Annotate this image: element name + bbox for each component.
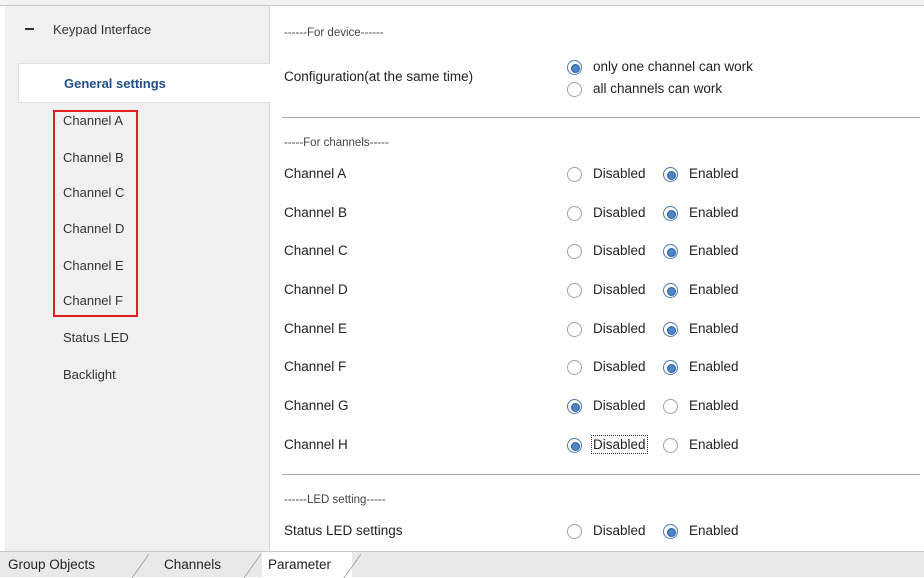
channel-label: Channel G [284,398,349,413]
radio-checked-icon[interactable] [663,360,678,375]
radio-checked-icon[interactable] [663,283,678,298]
sidebar-item-channel-b[interactable]: Channel B [18,144,270,170]
channel-label: Channel E [284,321,348,336]
option-label: Enabled [689,321,739,336]
radio-checked-icon[interactable] [663,244,678,259]
option-label: Enabled [689,437,739,452]
window: Keypad Interface General settings Channe… [0,0,924,578]
radio-checked-icon[interactable] [567,438,582,453]
radio-unchecked-icon[interactable] [567,206,582,221]
option-label: Disabled [593,282,646,297]
radio-unchecked-icon[interactable] [663,399,678,414]
sidebar-item-general-settings[interactable]: General settings [18,63,270,103]
sidebar-item-status-led[interactable]: Status LED [18,324,270,350]
sidebar-item-label: Backlight [63,367,116,382]
section-header-device: ------For device------ [284,27,384,39]
sidebar-item-label: Channel B [63,150,124,165]
radio-unchecked-icon[interactable] [567,322,582,337]
option-label: Disabled [593,359,646,374]
tab-label: Channels [164,557,222,572]
option-label: Disabled [593,398,646,413]
sidebar-item-label: General settings [64,76,166,91]
channel-label: Channel F [284,359,347,374]
channel-label: Channel D [284,282,348,297]
option-label: Disabled [593,205,646,220]
option-label: Enabled [689,523,739,538]
sidebar-item-label: Status LED [63,330,129,345]
option-label: only one channel can work [593,59,753,74]
sidebar-item-label: Channel F [63,293,123,308]
option-label: Enabled [689,398,739,413]
tab-label: Group Objects [8,557,96,572]
sidebar-item-backlight[interactable]: Backlight [18,361,270,387]
option-label: Disabled [593,166,646,181]
radio-unchecked-icon[interactable] [663,438,678,453]
option-label: Enabled [689,282,739,297]
tab-parameter[interactable]: Parameter [262,552,352,578]
radio-checked-icon[interactable] [567,60,582,75]
option-label: Disabled [591,435,648,454]
tree-root-keypad-interface[interactable]: Keypad Interface [5,18,270,42]
radio-checked-icon[interactable] [663,524,678,539]
divider [282,474,920,475]
sidebar-item-label: Channel D [63,221,125,236]
radio-checked-icon[interactable] [663,206,678,221]
tree-root-label: Keypad Interface [53,22,152,37]
tab-label: Parameter [268,557,332,572]
option-label: Enabled [689,359,739,374]
radio-checked-icon[interactable] [663,167,678,182]
option-label: Disabled [593,321,646,336]
channel-label: Channel H [284,437,348,452]
highlight-box [53,110,138,317]
tab-group-objects[interactable]: Group Objects [8,552,136,578]
sidebar-item-label: Channel A [63,113,123,128]
sidebar-tree: Keypad Interface General settings Channe… [5,6,270,551]
radio-unchecked-icon[interactable] [567,360,582,375]
radio-unchecked-icon[interactable] [567,244,582,259]
channel-label: Channel B [284,205,348,220]
option-label: Disabled [593,523,646,538]
section-header-led: ------LED setting----- [284,494,386,506]
tab-separator [243,554,262,578]
section-header-channels: -----For channels----- [284,137,389,149]
tab-channels[interactable]: Channels [164,552,244,578]
sidebar-item-channel-d[interactable]: Channel D [18,215,270,241]
option-label: all channels can work [593,81,723,96]
option-label: Enabled [689,243,739,258]
option-label: Enabled [689,205,739,220]
radio-unchecked-icon[interactable] [567,283,582,298]
channel-label: Channel C [284,243,348,258]
radio-checked-icon[interactable] [567,399,582,414]
sidebar-item-channel-f[interactable]: Channel F [18,287,270,313]
sidebar-item-channel-c[interactable]: Channel C [18,179,270,205]
bottom-tab-bar: Group Objects Channels Parameter [0,551,924,578]
status-led-settings-label: Status LED settings [284,523,403,538]
sidebar-item-label: Channel C [63,185,125,200]
option-label: Disabled [593,243,646,258]
channel-label: Channel A [284,166,347,181]
radio-unchecked-icon[interactable] [567,167,582,182]
sidebar-item-channel-e[interactable]: Channel E [18,252,270,278]
configuration-label: Configuration(at the same time) [284,69,474,84]
option-label: Enabled [689,166,739,181]
parameter-panel: ------For device------ Configuration(at … [270,6,924,551]
sidebar-item-label: Channel E [63,258,124,273]
radio-unchecked-icon[interactable] [567,524,582,539]
radio-unchecked-icon[interactable] [567,82,582,97]
collapse-minus-icon[interactable] [25,28,34,30]
radio-checked-icon[interactable] [663,322,678,337]
divider [282,117,920,118]
sidebar-item-channel-a[interactable]: Channel A [18,110,270,136]
